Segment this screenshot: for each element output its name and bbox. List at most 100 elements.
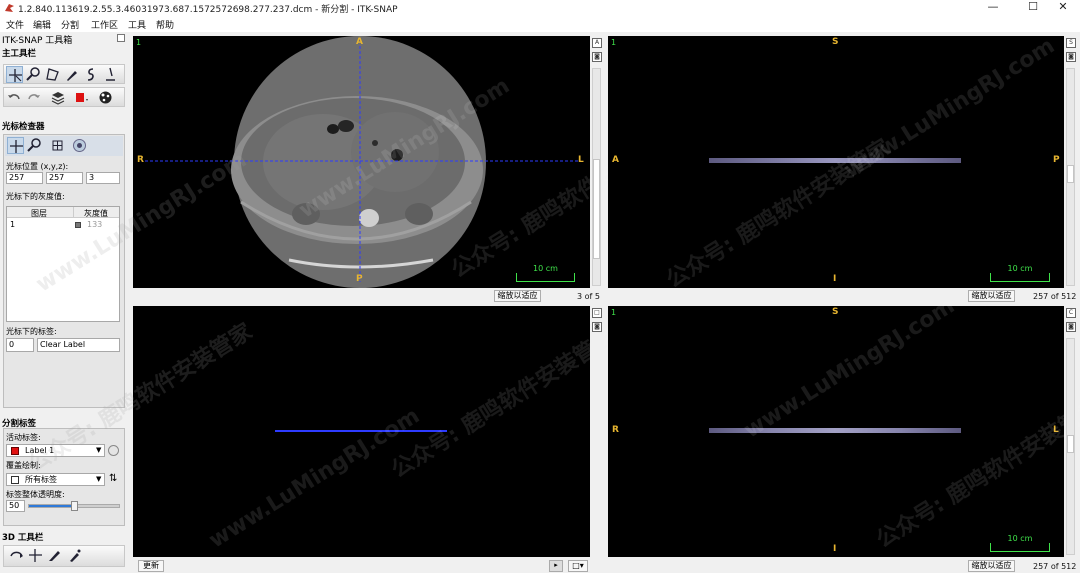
expand-icon[interactable]: ▸	[549, 560, 563, 572]
layers-icon[interactable]	[49, 89, 66, 106]
render-3d-camera-icon[interactable]: ◙	[592, 322, 602, 332]
coronal-slice-scrollbar[interactable]	[1066, 338, 1075, 555]
opacity-value-field[interactable]: 50	[6, 500, 25, 512]
sagittal-fit-button[interactable]: 缩放以适应	[968, 290, 1015, 302]
sagittal-camera-icon[interactable]: ◙	[1066, 52, 1076, 62]
coronal-view[interactable]: 1 S I R L 10 cm www.LuMingRJ.com 公众号: 鹿鸣…	[608, 294, 1080, 557]
coronal-scale-bar: 10 cm	[990, 534, 1050, 552]
cursor-x-field[interactable]: 257	[6, 172, 43, 184]
label-under-cursor-label: 光标下的标签:	[6, 327, 57, 336]
coronal-scroll-thumb[interactable]	[1067, 435, 1074, 453]
axial-layout-icon[interactable]: A	[592, 38, 602, 48]
column-header-value: 灰度值	[84, 209, 108, 218]
swap-icon[interactable]: ⇅	[109, 473, 117, 484]
render-3d-view[interactable]: www.LuMingRJ.com 公众号: 鹿鸣软件安装管家	[133, 306, 620, 557]
label-editor-icon[interactable]	[73, 89, 90, 106]
axial-bottom-label: P	[356, 274, 363, 284]
coronal-slice-strip	[709, 428, 961, 433]
coronal-left-label: R	[612, 425, 619, 435]
axial-slice-count: 3 of 5	[577, 292, 600, 301]
undo-icon[interactable]	[6, 89, 23, 106]
paintbrush-tool-icon[interactable]	[63, 66, 80, 83]
axial-top-label: A	[356, 37, 363, 47]
active-label-select[interactable]: Label 1 ▼	[6, 444, 105, 457]
crosshair-tool-icon[interactable]	[6, 66, 23, 83]
menu-edit[interactable]: 编辑	[33, 18, 51, 31]
opacity-slider-fill	[29, 505, 74, 507]
maximize-button[interactable]: ☐	[1016, 0, 1050, 15]
scalpel-3d-icon[interactable]	[46, 547, 63, 564]
inspector-crosshair-icon[interactable]	[7, 137, 24, 154]
crosshair-3d-icon[interactable]	[27, 547, 44, 564]
opacity-label: 标签整体透明度:	[6, 490, 65, 499]
sagittal-bottom-label: I	[833, 274, 837, 284]
axial-camera-icon[interactable]: ◙	[592, 52, 602, 62]
view-options-icon[interactable]: □▾	[568, 560, 588, 572]
close-button[interactable]: ✕	[1046, 0, 1080, 15]
render-3d-layout-icon[interactable]: □	[592, 308, 602, 318]
toolbox-panel: ITK-SNAP 工具箱 主工具栏 光标检查器 光标位置 (x,y,z): 25…	[0, 32, 127, 573]
label-color-swatch	[11, 447, 19, 455]
opacity-slider-handle[interactable]	[71, 501, 78, 511]
toolbox-title: ITK-SNAP 工具箱	[2, 36, 73, 46]
inspector-info-icon[interactable]	[71, 137, 88, 154]
axial-scroll-thumb[interactable]	[593, 159, 600, 259]
intensity-label: 光标下的灰度值:	[6, 192, 65, 201]
sagittal-sidebar: S ◙	[1064, 36, 1078, 288]
coronal-fit-button[interactable]: 缩放以适应	[968, 560, 1015, 572]
sagittal-left-label: A	[612, 155, 619, 165]
menu-bar: 文件 编辑 分割 工作区 工具 帮助	[0, 15, 1080, 32]
axial-ct-slice	[145, 36, 579, 288]
coronal-slice-count: 257 of 512	[1033, 562, 1077, 571]
coronal-sidebar: C ◙	[1064, 306, 1078, 557]
opacity-slider[interactable]	[28, 501, 120, 511]
main-toolbar-row-1	[3, 64, 125, 84]
cursor-y-field[interactable]: 257	[46, 172, 83, 184]
label-options-icon[interactable]	[108, 445, 119, 456]
active-label-value: Label 1	[25, 446, 55, 455]
axial-fit-button[interactable]: 缩放以适应	[494, 290, 541, 302]
menu-file[interactable]: 文件	[6, 18, 24, 31]
snake-tool-icon[interactable]	[82, 66, 99, 83]
color-map-icon[interactable]	[97, 89, 114, 106]
menu-help[interactable]: 帮助	[156, 18, 174, 31]
sagittal-slice-scrollbar[interactable]	[1066, 68, 1075, 286]
axial-view[interactable]: 1 A P R L 10 cm www.LuMingRJ.com 公众号: 鹿鸣…	[133, 36, 680, 288]
minimize-button[interactable]: —	[976, 0, 1010, 15]
zoom-tool-icon[interactable]	[25, 66, 42, 83]
axial-scale-bar: 10 cm	[516, 264, 575, 282]
label-id-field[interactable]: 0	[6, 338, 34, 352]
paint-over-select[interactable]: 所有标签 ▼	[6, 473, 105, 486]
render-3d-sidebar: □ ◙	[590, 306, 604, 557]
coronal-layout-icon[interactable]: C	[1066, 308, 1076, 318]
redo-icon[interactable]	[25, 89, 42, 106]
sagittal-layout-icon[interactable]: S	[1066, 38, 1076, 48]
sagittal-scroll-thumb[interactable]	[1067, 165, 1074, 183]
rotate-3d-icon[interactable]	[8, 547, 25, 564]
column-header-layer: 图层	[31, 209, 47, 218]
cursor-z-field[interactable]: 3	[86, 172, 120, 184]
menu-workspace[interactable]: 工作区	[91, 18, 118, 31]
inspector-grid-icon[interactable]	[49, 137, 66, 154]
axial-view-number: 1	[136, 38, 142, 47]
update-3d-button[interactable]: 更新	[138, 560, 164, 572]
paint-over-label: 覆盖绘制:	[6, 461, 41, 470]
intensity-table-header: 图层 灰度值	[7, 207, 119, 218]
menu-tools[interactable]: 工具	[128, 18, 146, 31]
polygon-tool-icon[interactable]	[44, 66, 61, 83]
annotation-tool-icon[interactable]	[101, 66, 118, 83]
axial-scale-text: 10 cm	[533, 264, 558, 273]
label-name-field[interactable]: Clear Label	[37, 338, 120, 352]
spray-3d-icon[interactable]	[66, 547, 83, 564]
coronal-camera-icon[interactable]: ◙	[1066, 322, 1076, 332]
toolbar-3d	[3, 545, 125, 567]
axial-slice-scrollbar[interactable]	[592, 68, 601, 286]
table-row[interactable]: 1 133	[7, 219, 119, 230]
sagittal-view[interactable]: 1 S I A P 10 cm 公众号: 鹿鸣软件安装管家 www.LuMing…	[608, 34, 1064, 293]
undock-icon[interactable]	[117, 34, 125, 42]
menu-segmentation[interactable]: 分割	[61, 18, 79, 31]
active-label-label: 活动标签:	[6, 433, 41, 442]
sagittal-slice-strip	[709, 158, 961, 163]
inspector-zoom-icon[interactable]	[26, 137, 43, 154]
intensity-table: 图层 灰度值 1 133	[6, 206, 120, 322]
